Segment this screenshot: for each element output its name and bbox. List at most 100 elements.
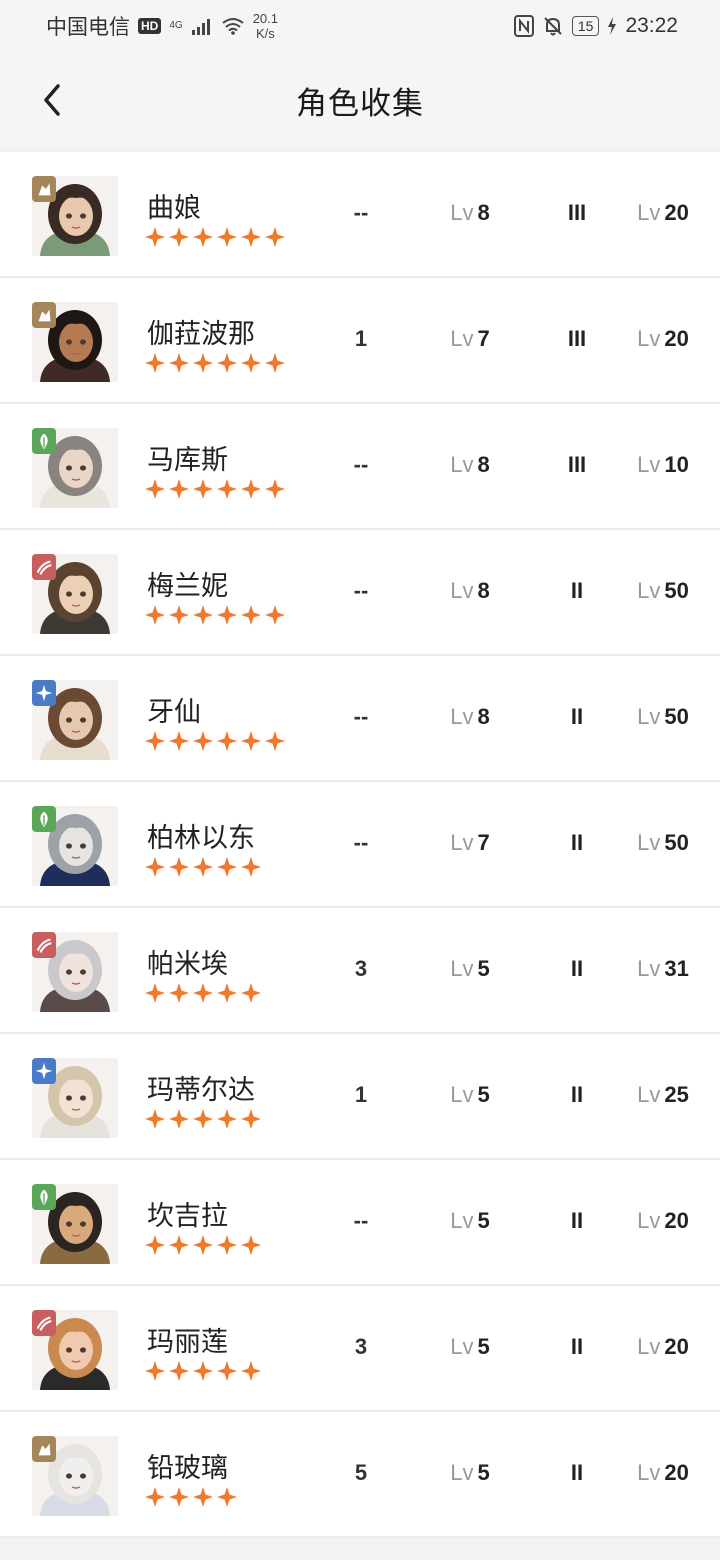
rarity-star-icon: [217, 353, 237, 373]
portrait-count: 1: [354, 1082, 368, 1107]
skill-level-value: 8: [477, 200, 490, 225]
portrait-count: 3: [354, 1334, 368, 1359]
lv-prefix: Lv: [637, 452, 661, 477]
portrait-count: --: [353, 200, 369, 225]
carrier-label: 中国电信: [46, 16, 130, 39]
lv-prefix: Lv: [637, 704, 661, 729]
lv-prefix: Lv: [637, 200, 661, 225]
lv-prefix: Lv: [450, 1334, 474, 1359]
insight-rank: III: [567, 200, 587, 225]
mute-bell-icon: [544, 17, 562, 36]
skill-level: Lv 5: [428, 1082, 512, 1108]
rarity-stars: [144, 1234, 262, 1256]
rock-icon: [32, 176, 56, 202]
rarity-star-icon: [241, 731, 261, 751]
rarity-star-icon: [193, 1361, 213, 1381]
rarity-star-icon: [217, 1361, 237, 1381]
character-level: Lv 50: [620, 578, 706, 604]
character-level-value: 20: [664, 1460, 689, 1485]
character-level-value: 20: [664, 326, 689, 351]
hd-badge: HD: [138, 18, 162, 34]
character-name: 牙仙: [147, 697, 201, 727]
skill-level-value: 8: [477, 704, 490, 729]
status-bar: 中国电信 HD 4G 20.1 K/s 15 23:22: [0, 0, 720, 52]
character-name: 伽菈波那: [147, 319, 255, 349]
page-title: 角色收集: [296, 85, 424, 121]
portrait-count: --: [353, 452, 369, 477]
character-row[interactable]: 玛蒂尔达 1 Lv 5 II Lv 25: [0, 1034, 720, 1160]
rarity-star-icon: [145, 1361, 165, 1381]
character-level: Lv 20: [620, 1334, 706, 1360]
rarity-star-icon: [241, 353, 261, 373]
character-name: 玛丽莲: [147, 1327, 228, 1357]
character-level-value: 20: [664, 1334, 689, 1359]
rarity-stars: [144, 730, 286, 752]
rarity-star-icon: [193, 605, 213, 625]
rarity-star-icon: [169, 857, 189, 877]
rarity-star-icon: [193, 353, 213, 373]
insight-rank: II: [570, 1208, 584, 1233]
skill-level-value: 8: [477, 452, 490, 477]
character-row[interactable]: 牙仙 -- Lv 8 II Lv 50: [0, 656, 720, 782]
lv-prefix: Lv: [637, 1208, 661, 1233]
skill-level: Lv 5: [428, 956, 512, 982]
rarity-star-icon: [169, 227, 189, 247]
rarity-star-icon: [193, 1109, 213, 1129]
speed-unit: K/s: [255, 26, 275, 41]
lv-prefix: Lv: [637, 578, 661, 603]
speed-value: 20.1: [252, 11, 278, 26]
status-left: 中国电信 HD 4G 20.1 K/s: [46, 11, 278, 41]
skill-level: Lv 8: [428, 578, 512, 604]
character-row[interactable]: 坎吉拉 -- Lv 5 II Lv 20: [0, 1160, 720, 1286]
rarity-star-icon: [145, 731, 165, 751]
clock: 23:22: [625, 14, 678, 37]
rarity-star-icon: [193, 1235, 213, 1255]
rarity-star-icon: [217, 605, 237, 625]
back-button[interactable]: [36, 78, 68, 122]
character-row[interactable]: 伽菈波那 1 Lv 7 III Lv 20: [0, 278, 720, 404]
rarity-star-icon: [241, 1109, 261, 1129]
plant-icon: [32, 428, 56, 454]
rarity-star-icon: [169, 605, 189, 625]
skill-level-value: 5: [477, 1334, 490, 1359]
skill-level-value: 7: [477, 326, 490, 351]
cellular-signal-icon: [191, 19, 210, 35]
rarity-star-icon: [145, 1109, 165, 1129]
rarity-stars: [144, 856, 262, 878]
character-level: Lv 50: [620, 704, 706, 730]
lv-prefix: Lv: [637, 1334, 661, 1359]
character-row[interactable]: 玛丽莲 3 Lv 5 II Lv 20: [0, 1286, 720, 1412]
rarity-star-icon: [265, 227, 285, 247]
character-list: 曲娘 -- Lv 8 III Lv 20 伽菈波那 1 Lv 7 III Lv 20 马库斯 -- Lv 8 III…: [0, 152, 720, 1538]
character-row[interactable]: 帕米埃 3 Lv 5 II Lv 31: [0, 908, 720, 1034]
star-icon: [32, 680, 56, 706]
star-icon: [32, 1058, 56, 1084]
character-row[interactable]: 柏林以东 -- Lv 7 II Lv 50: [0, 782, 720, 908]
rarity-star-icon: [241, 1235, 261, 1255]
character-name: 马库斯: [147, 445, 228, 475]
rarity-star-icon: [145, 1487, 165, 1507]
portrait-count: 3: [354, 956, 368, 981]
skill-level: Lv 7: [428, 326, 512, 352]
rarity-stars: [144, 982, 262, 1004]
network-type: 4G: [169, 20, 183, 31]
rarity-star-icon: [145, 605, 165, 625]
insight-rank: II: [570, 578, 584, 603]
character-row[interactable]: 曲娘 -- Lv 8 III Lv 20: [0, 152, 720, 278]
rarity-star-icon: [169, 479, 189, 499]
rarity-star-icon: [217, 227, 237, 247]
character-row[interactable]: 马库斯 -- Lv 8 III Lv 10: [0, 404, 720, 530]
character-level: Lv 20: [620, 1460, 706, 1486]
character-name: 梅兰妮: [147, 571, 228, 601]
character-row[interactable]: 梅兰妮 -- Lv 8 II Lv 50: [0, 530, 720, 656]
rarity-star-icon: [217, 731, 237, 751]
rarity-star-icon: [193, 983, 213, 1003]
lv-prefix: Lv: [450, 1460, 474, 1485]
skill-level: Lv 5: [428, 1208, 512, 1234]
character-level-value: 20: [664, 1208, 689, 1233]
rarity-star-icon: [169, 1235, 189, 1255]
character-row[interactable]: 铅玻璃 5 Lv 5 II Lv 20: [0, 1412, 720, 1538]
character-level-value: 31: [664, 956, 689, 981]
rarity-stars: [144, 1108, 262, 1130]
rarity-star-icon: [193, 479, 213, 499]
